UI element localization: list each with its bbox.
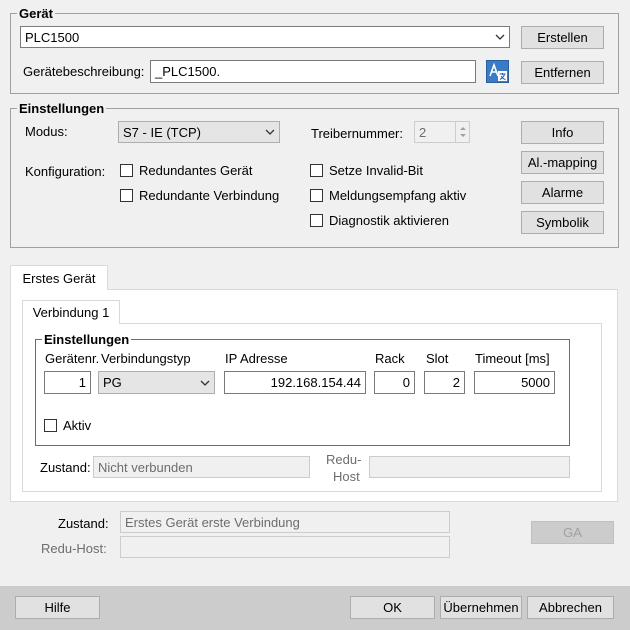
remove-button[interactable]: Entfernen: [521, 61, 604, 84]
verbindungstyp-value: PG: [103, 375, 122, 390]
aktiv-checkbox[interactable]: Aktiv: [44, 418, 91, 433]
setze-invalid-bit-checkbox[interactable]: Setze Invalid-Bit: [310, 163, 423, 178]
device-description-label: Gerätebeschreibung:: [23, 64, 145, 79]
meldungsempfang-label: Meldungsempfang aktiv: [329, 188, 467, 203]
timeout-header: Timeout [ms]: [475, 351, 550, 366]
aktiv-label: Aktiv: [63, 418, 92, 433]
hilfe-button[interactable]: Hilfe: [15, 596, 100, 619]
info-button[interactable]: Info: [521, 121, 604, 144]
zustand-label: Zustand:: [58, 516, 109, 531]
tab-verbindung-1[interactable]: Verbindung 1: [22, 300, 120, 324]
spinner-arrows-icon[interactable]: [455, 122, 469, 142]
ip-adresse-input[interactable]: 192.168.154.44: [224, 371, 366, 394]
tab-erstes-geraet-label: Erstes Gerät: [22, 270, 96, 286]
rack-header: Rack: [375, 351, 405, 366]
chevron-down-icon: [261, 122, 279, 142]
al-mapping-button[interactable]: Al.-mapping: [521, 151, 604, 174]
modus-label: Modus:: [25, 124, 68, 139]
treibernummer-value: 2: [419, 124, 427, 140]
create-button[interactable]: Erstellen: [521, 26, 604, 49]
checkbox-box[interactable]: [120, 164, 133, 177]
timeout-value: 5000: [521, 375, 550, 390]
ok-button[interactable]: OK: [350, 596, 435, 619]
redundante-verbindung-label: Redundante Verbindung: [139, 188, 280, 203]
konfiguration-label: Konfiguration:: [25, 164, 106, 179]
rack-value: 0: [402, 375, 410, 390]
einstellungen-legend: Einstellungen: [19, 101, 105, 116]
slot-value: 2: [452, 375, 460, 390]
setze-invalid-bit-label: Setze Invalid-Bit: [329, 163, 423, 178]
zustand-field: Erstes Gerät erste Verbindung: [120, 511, 450, 533]
alarme-button[interactable]: Alarme: [521, 181, 604, 204]
abbrechen-button[interactable]: Abbrechen: [527, 596, 614, 619]
chevron-down-icon: [491, 27, 509, 47]
device-select[interactable]: PLC1500: [20, 26, 510, 48]
verbindung-zustand-field: Nicht verbunden: [93, 456, 310, 478]
ip-adresse-value: 192.168.154.44: [270, 375, 361, 390]
modus-select[interactable]: S7 - IE (TCP): [118, 121, 280, 143]
redundantes-geraet-checkbox[interactable]: Redundantes Gerät: [120, 163, 252, 178]
verbindungstyp-header: Verbindungstyp: [101, 351, 191, 366]
verbindung-einstellungen-legend: Einstellungen: [44, 332, 130, 347]
checkbox-box[interactable]: [310, 164, 323, 177]
diagnostik-label: Diagnostik aktivieren: [329, 213, 449, 228]
geraetenr-value: 1: [78, 375, 86, 390]
redu-host-label: Redu-Host:: [41, 541, 107, 556]
diagnostik-checkbox[interactable]: Diagnostik aktivieren: [310, 213, 449, 228]
modus-select-value: S7 - IE (TCP): [123, 124, 202, 140]
verbindung-redu-host-label-line2: Host: [333, 469, 360, 484]
checkbox-box[interactable]: [44, 419, 57, 432]
ga-button[interactable]: GA: [531, 521, 614, 544]
slot-header: Slot: [426, 351, 449, 366]
tab-erstes-geraet[interactable]: Erstes Gerät: [10, 265, 108, 290]
ip-adresse-header: IP Adresse: [225, 351, 288, 366]
treibernummer-label: Treibernummer:: [311, 126, 403, 141]
device-description-value: _PLC1500.: [155, 64, 221, 79]
checkbox-box[interactable]: [310, 214, 323, 227]
zustand-value: Erstes Gerät erste Verbindung: [125, 514, 300, 530]
checkbox-box[interactable]: [120, 189, 133, 202]
symbolik-button[interactable]: Symbolik: [521, 211, 604, 234]
geraetenr-header: Gerätenr.: [45, 351, 100, 366]
treibernummer-spinner[interactable]: 2: [414, 121, 470, 143]
verbindung-zustand-label: Zustand:: [40, 460, 91, 475]
redundantes-geraet-label: Redundantes Gerät: [139, 163, 253, 178]
device-description-input[interactable]: _PLC1500.: [150, 60, 476, 83]
geraetenr-input[interactable]: 1: [44, 371, 91, 394]
meldungsempfang-checkbox[interactable]: Meldungsempfang aktiv: [310, 188, 466, 203]
verbindung-redu-host-label-line1: Redu-: [326, 452, 362, 467]
device-select-value: PLC1500: [25, 29, 80, 45]
redundante-verbindung-checkbox[interactable]: Redundante Verbindung: [120, 188, 279, 203]
tab-verbindung-1-label: Verbindung 1: [32, 305, 110, 320]
translate-icon[interactable]: [486, 60, 509, 83]
slot-input[interactable]: 2: [424, 371, 465, 394]
checkbox-box[interactable]: [310, 189, 323, 202]
verbindungstyp-select[interactable]: PG: [98, 371, 215, 394]
verbindung-zustand-value: Nicht verbunden: [98, 459, 193, 475]
geraet-legend: Gerät: [19, 6, 53, 21]
uebernehmen-button[interactable]: Übernehmen: [440, 596, 522, 619]
verbindung-redu-host-field: [369, 456, 570, 478]
timeout-input[interactable]: 5000: [474, 371, 555, 394]
chevron-down-icon: [196, 372, 214, 393]
rack-input[interactable]: 0: [374, 371, 415, 394]
redu-host-field: [120, 536, 450, 558]
